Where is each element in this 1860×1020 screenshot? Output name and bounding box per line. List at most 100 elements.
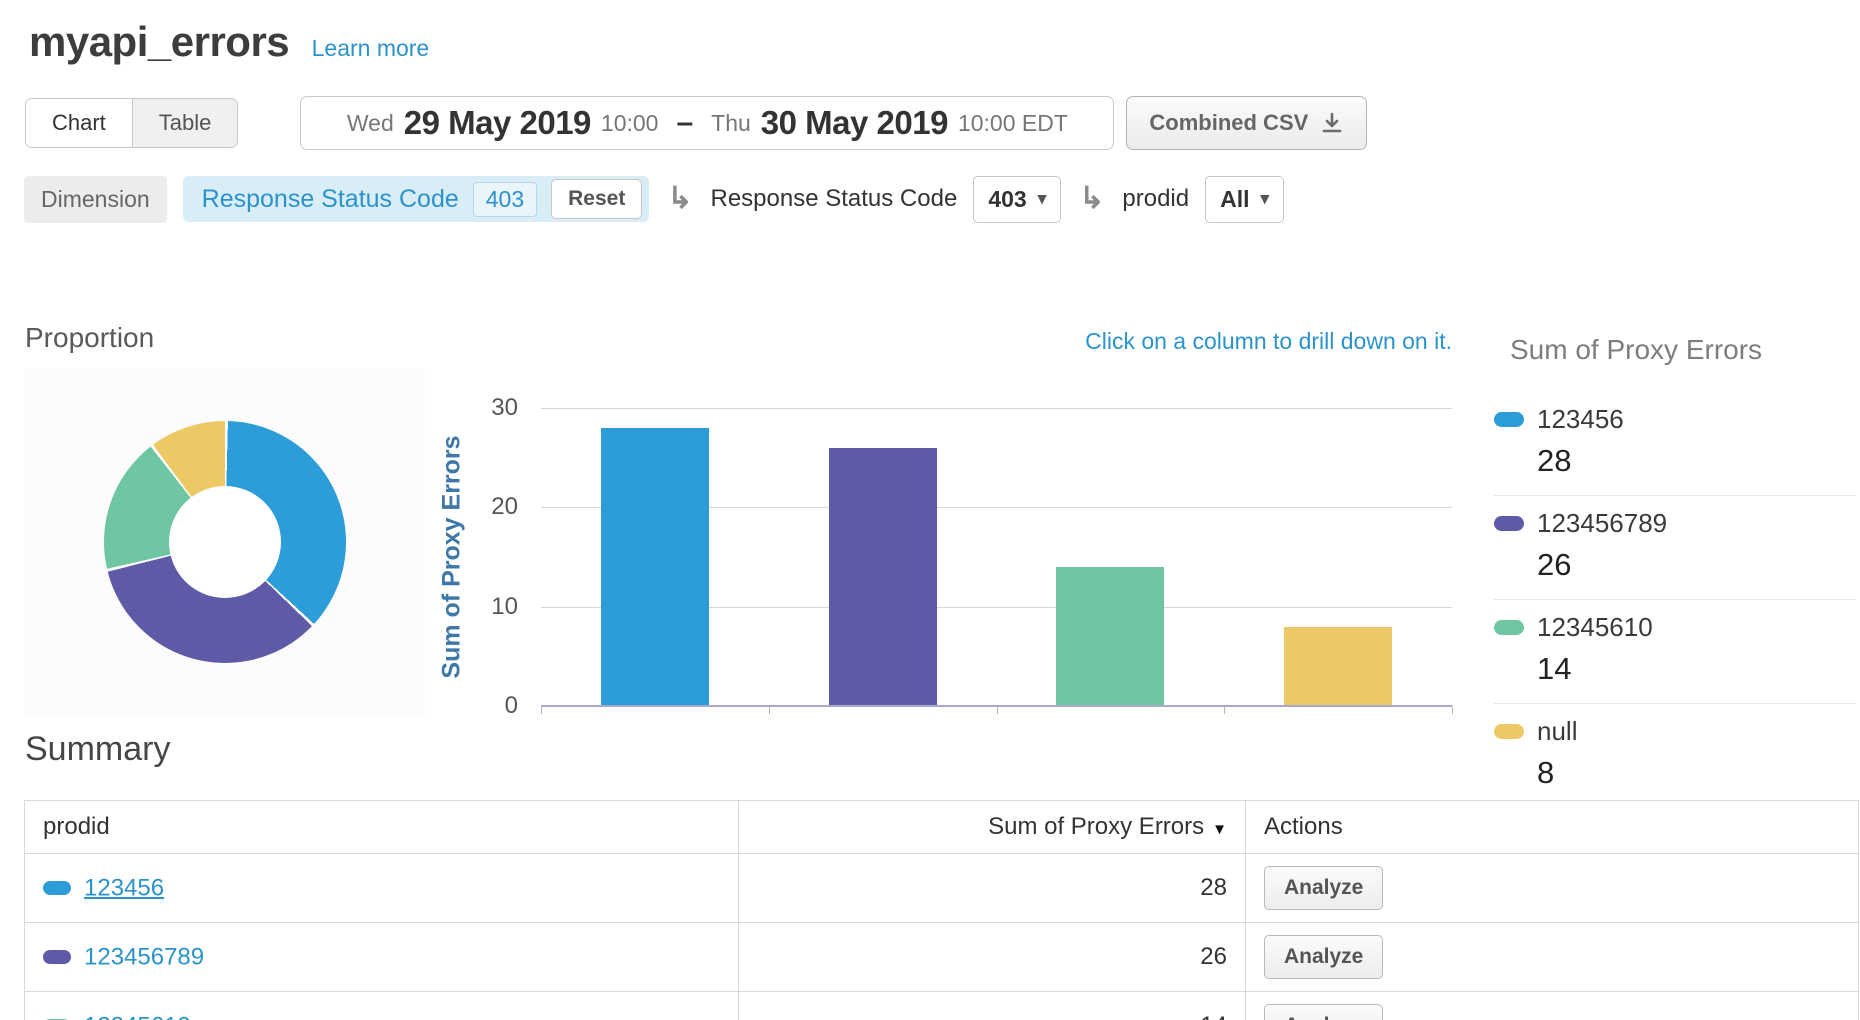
bar-123456789[interactable] bbox=[829, 448, 937, 706]
table-view-button[interactable]: Table bbox=[132, 99, 238, 147]
active-filter-value: 403 bbox=[473, 182, 537, 217]
prodid-dropdown[interactable]: All ▾ bbox=[1205, 176, 1284, 223]
prodid-link[interactable]: 123456 bbox=[84, 874, 164, 901]
csv-button-label: Combined CSV bbox=[1149, 110, 1308, 136]
end-time-label: 10:00 EDT bbox=[958, 110, 1068, 137]
prodid-cell: 123456 bbox=[25, 854, 739, 923]
legend-title: Sum of Proxy Errors bbox=[1510, 334, 1856, 366]
table-row: 12345610 14 Analyze bbox=[25, 992, 1859, 1020]
view-toggle: Chart Table bbox=[25, 98, 238, 148]
x-tick bbox=[769, 706, 770, 714]
legend-item-value: 8 bbox=[1537, 755, 1856, 791]
bar-123456[interactable] bbox=[601, 428, 709, 706]
summary-title: Summary bbox=[25, 730, 170, 769]
reset-button[interactable]: Reset bbox=[551, 179, 642, 219]
chart-view-button[interactable]: Chart bbox=[26, 99, 132, 147]
legend-item: 12345610 14 bbox=[1494, 600, 1856, 704]
drilldown-label-status-code: Response Status Code bbox=[710, 185, 957, 213]
bar-series bbox=[541, 408, 1452, 706]
legend: Sum of Proxy Errors 12345628123456789261… bbox=[1494, 334, 1856, 807]
series-color-swatch bbox=[1494, 620, 1524, 635]
analytics-dashboard: myapi_errors Learn more Chart Table Wed … bbox=[0, 0, 1860, 1020]
dimension-label: Dimension bbox=[24, 176, 167, 223]
legend-item-value: 14 bbox=[1537, 651, 1856, 687]
column-header-actions: Actions bbox=[1246, 801, 1859, 854]
learn-more-link[interactable]: Learn more bbox=[312, 35, 430, 61]
column-header-sum[interactable]: Sum of Proxy Errors ▼ bbox=[739, 801, 1246, 854]
table-row: 123456 28 Analyze bbox=[25, 854, 1859, 923]
bar-12345610[interactable] bbox=[1056, 567, 1164, 706]
column-header-prodid: prodid bbox=[25, 801, 739, 854]
end-date-label: 30 May 2019 bbox=[761, 104, 948, 142]
bar-slot bbox=[1224, 408, 1452, 706]
prodid-dropdown-value: All bbox=[1220, 186, 1249, 213]
x-tick bbox=[1224, 706, 1225, 714]
drilldown-label-prodid: prodid bbox=[1122, 185, 1189, 213]
analyze-button[interactable]: Analyze bbox=[1264, 1004, 1383, 1020]
drilldown-arrow-icon: ↳ bbox=[1079, 184, 1104, 214]
bar-slot bbox=[997, 408, 1225, 706]
legend-item-label: null bbox=[1537, 716, 1577, 747]
header: myapi_errors Learn more bbox=[29, 18, 429, 66]
bar-null[interactable] bbox=[1284, 627, 1392, 706]
combined-csv-button[interactable]: Combined CSV bbox=[1126, 96, 1367, 150]
bar-slot bbox=[769, 408, 997, 706]
series-color-swatch bbox=[1494, 516, 1524, 531]
value-cell: 28 bbox=[739, 854, 1246, 923]
legend-item-label: 12345610 bbox=[1537, 612, 1653, 643]
chevron-down-icon: ▾ bbox=[1038, 189, 1047, 209]
series-color-swatch bbox=[43, 881, 71, 895]
download-icon bbox=[1320, 111, 1344, 135]
x-tick bbox=[1452, 706, 1453, 714]
legend-item: null 8 bbox=[1494, 704, 1856, 807]
analyze-button[interactable]: Analyze bbox=[1264, 866, 1383, 910]
legend-items: 123456 28 123456789 26 12345610 14 null 8 bbox=[1494, 392, 1856, 807]
start-day-label: Wed bbox=[347, 110, 394, 137]
value-cell: 26 bbox=[739, 923, 1246, 992]
prodid-link[interactable]: 123456789 bbox=[84, 943, 204, 970]
y-tick-label: 30 bbox=[491, 394, 518, 422]
series-color-swatch bbox=[43, 950, 71, 964]
actions-cell: Analyze bbox=[1246, 923, 1859, 992]
legend-item-value: 28 bbox=[1537, 443, 1856, 479]
legend-item-label: 123456 bbox=[1537, 404, 1624, 435]
start-time-label: 10:00 bbox=[601, 110, 659, 137]
proportion-title: Proportion bbox=[25, 322, 154, 354]
sort-desc-icon: ▼ bbox=[1212, 821, 1227, 838]
date-range-separator: – bbox=[676, 106, 693, 140]
filter-row: Dimension Response Status Code 403 Reset… bbox=[24, 176, 1284, 222]
column-header-sum-label: Sum of Proxy Errors bbox=[988, 813, 1204, 840]
legend-item-value: 26 bbox=[1537, 547, 1856, 583]
toolbar: Chart Table Wed 29 May 2019 10:00 – Thu … bbox=[25, 96, 1367, 150]
series-color-swatch bbox=[1494, 412, 1524, 427]
legend-item: 123456789 26 bbox=[1494, 496, 1856, 600]
prodid-link[interactable]: 12345610 bbox=[84, 1012, 191, 1020]
actions-cell: Analyze bbox=[1246, 854, 1859, 923]
y-tick-label: 10 bbox=[491, 593, 518, 621]
end-day-label: Thu bbox=[711, 110, 751, 137]
table-row: 123456789 26 Analyze bbox=[25, 923, 1859, 992]
donut-chart[interactable] bbox=[104, 421, 346, 663]
status-code-dropdown[interactable]: 403 ▾ bbox=[973, 176, 1061, 223]
x-tick bbox=[541, 706, 542, 714]
legend-item-label: 123456789 bbox=[1537, 508, 1667, 539]
drilldown-arrow-icon: ↳ bbox=[667, 184, 692, 214]
summary-table: prodid Sum of Proxy Errors ▼ Actions 1234… bbox=[24, 800, 1859, 1020]
analyze-button[interactable]: Analyze bbox=[1264, 935, 1383, 979]
bar-slot bbox=[541, 408, 769, 706]
table-header-row: prodid Sum of Proxy Errors ▼ Actions bbox=[25, 801, 1859, 854]
donut-hole bbox=[169, 486, 281, 598]
y-tick-labels: 0102030 bbox=[470, 408, 518, 706]
page-title: myapi_errors bbox=[29, 18, 289, 65]
status-code-dropdown-value: 403 bbox=[988, 186, 1026, 213]
y-tick-label: 20 bbox=[491, 493, 518, 521]
prodid-cell: 123456789 bbox=[25, 923, 739, 992]
active-filter-pill: Response Status Code 403 Reset bbox=[183, 176, 650, 222]
drilldown-hint: Click on a column to drill down on it. bbox=[541, 328, 1452, 355]
series-color-swatch bbox=[1494, 724, 1524, 739]
bar-chart bbox=[541, 408, 1452, 706]
actions-cell: Analyze bbox=[1246, 992, 1859, 1020]
value-cell: 14 bbox=[739, 992, 1246, 1020]
x-tick bbox=[997, 706, 998, 714]
date-range-picker[interactable]: Wed 29 May 2019 10:00 – Thu 30 May 2019 … bbox=[300, 96, 1114, 150]
